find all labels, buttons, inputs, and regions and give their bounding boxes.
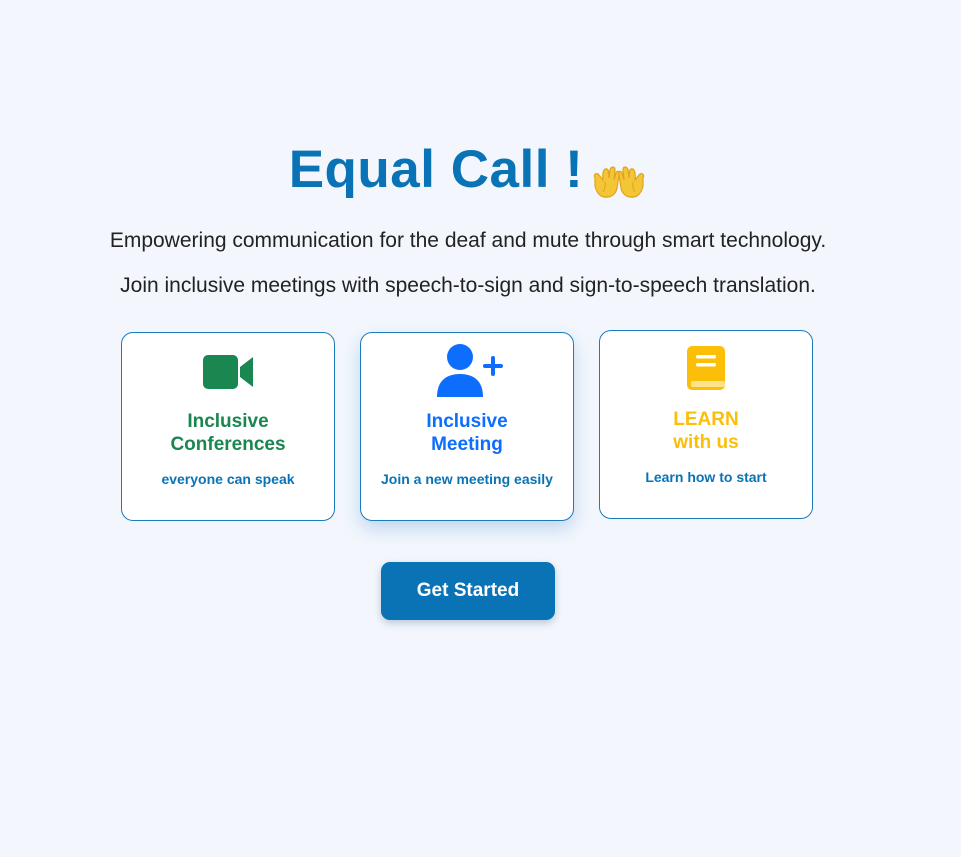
open-hands-icon bbox=[594, 166, 645, 198]
subtitle-secondary: Join inclusive meetings with speech-to-s… bbox=[120, 274, 816, 297]
card-subtitle: Join a new meeting easily bbox=[381, 471, 553, 487]
card-inclusive-conferences[interactable]: Inclusive Conferences everyone can speak bbox=[121, 332, 335, 521]
card-title-line2: with us bbox=[673, 432, 739, 453]
card-title-line2: Meeting bbox=[431, 434, 503, 455]
card-title: Inclusive Conferences bbox=[122, 410, 334, 456]
card-learn-with-us[interactable]: LEARN with us Learn how to start bbox=[599, 330, 813, 519]
page-title: Equal Call ! bbox=[288, 140, 584, 199]
card-title: LEARN with us bbox=[600, 408, 812, 454]
subtitle-primary: Empowering communication for the deaf an… bbox=[109, 229, 827, 252]
card-subtitle: everyone can speak bbox=[161, 471, 295, 487]
card-subtitle: Learn how to start bbox=[645, 469, 767, 485]
book-icon bbox=[687, 346, 725, 390]
hero-section: Equal Call ! Empowering communication fo… bbox=[0, 0, 936, 857]
card-title-line1: LEARN bbox=[673, 409, 739, 430]
get-started-button[interactable]: Get Started bbox=[381, 562, 555, 620]
card-title-line1: Inclusive bbox=[426, 411, 508, 432]
card-title: Inclusive Meeting bbox=[361, 410, 573, 456]
video-camera-icon bbox=[203, 355, 253, 389]
card-inclusive-meeting[interactable]: Inclusive Meeting Join a new meeting eas… bbox=[360, 332, 574, 521]
card-title-line1: Inclusive bbox=[187, 411, 269, 432]
card-title-line2: Conferences bbox=[170, 434, 286, 455]
title-row: Equal Call ! bbox=[0, 138, 936, 202]
add-user-icon bbox=[437, 344, 503, 397]
